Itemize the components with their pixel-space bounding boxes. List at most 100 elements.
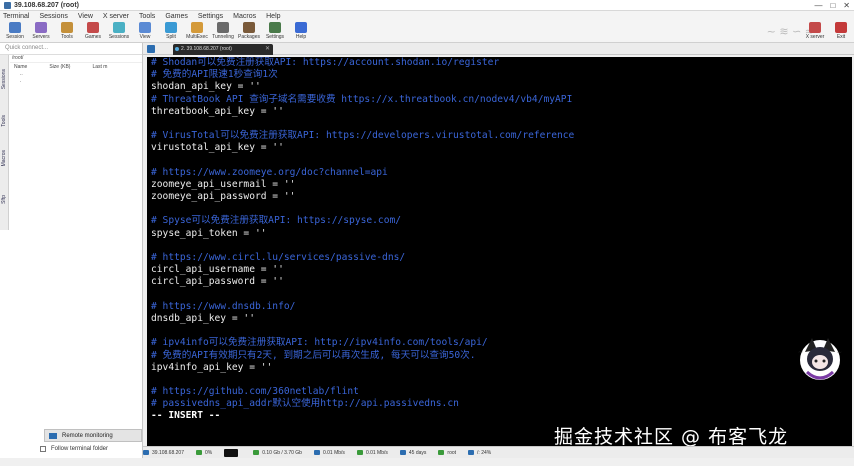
left-button-5[interactable]: View [132,21,158,43]
menu-settings[interactable]: Settings [198,13,223,20]
left-button-label: View [139,34,151,40]
file-browser: /root/ Name Size (KB) Last m .. . [10,55,142,85]
servers-icon [35,22,47,33]
window-title: 39.108.68.207 (root) [14,1,79,9]
menu-view[interactable]: View [78,13,93,20]
left-button-6[interactable]: Split [158,21,184,43]
file-row-current[interactable]: . [10,78,142,85]
sidebar: Quick connect... Sessions Tools Macros S… [0,43,143,466]
follow-folder-checkbox[interactable] [40,446,46,452]
terminal-line: dnsdb_api_key = '' [151,312,255,324]
menu-macros[interactable]: Macros [233,13,256,20]
menu-sessions[interactable]: Sessions [39,13,67,20]
svg-text:~: ~ [798,349,803,356]
terminal-screen[interactable]: # Shodan可以免费注册获取API: https://account.sho… [147,57,852,446]
right-button-0[interactable]: X server [802,21,828,43]
monitor-icon [49,432,57,439]
memory-icon [253,450,260,455]
remote-monitoring-label: Remote monitoring [62,432,113,439]
exit-icon [835,22,847,33]
terminal-comment-line: # https://www.dnsdb.info/ [151,300,296,312]
session-tab-icon [175,47,179,51]
left-button-9[interactable]: Packages [236,21,262,43]
session-tab[interactable]: 2. 39.108.68.207 (root) ✕ [173,44,273,55]
tools-icon [61,22,73,33]
column-name[interactable]: Name [14,64,27,70]
column-modified[interactable]: Last m [92,64,107,70]
mascot-sticker-icon: ~ ~ [798,338,842,380]
follow-folder-toggle[interactable]: Follow terminal folder [40,446,108,452]
status-label: 45 days [408,449,427,456]
menu-xserver[interactable]: X server [103,13,129,20]
maximize-button[interactable]: □ [830,1,835,10]
vtab-sessions[interactable]: Sessions [1,69,7,89]
file-path-input[interactable]: /root/ [10,55,142,63]
status-item-4: 0.01 Mb/s [313,449,345,456]
file-row-parent[interactable]: .. [10,71,142,78]
follow-folder-label: Follow terminal folder [51,446,109,452]
toolbar: Session Servers Tools Games Sessions View Spli… [0,21,854,43]
left-button-2[interactable]: Tools [54,21,80,43]
left-button-11[interactable]: Help [288,21,314,43]
left-button-10[interactable]: Settings [262,21,288,43]
remote-monitoring-button[interactable]: Remote monitoring [44,429,142,442]
status-label: 39.108.68.207 [152,449,184,456]
left-button-0[interactable]: Session [2,21,28,43]
right-button-1[interactable]: Exit [828,21,854,43]
column-size[interactable]: Size (KB) [49,64,70,70]
terminal-comment-line: # https://www.zoomeye.org/doc?channel=ap… [151,166,388,178]
status-item-8: /: 24% [468,450,491,456]
status-label: root [447,449,457,456]
menu-tools[interactable]: Tools [139,13,155,20]
session-tab-label: 2. 39.108.68.207 (root) [181,46,232,52]
status-item-7: root [438,450,456,456]
vtab-macros[interactable]: Macros [1,150,7,166]
menu-terminal[interactable]: Terminal [3,13,29,20]
terminal-status-icon [224,448,239,457]
right-button-label: Exit [836,34,846,40]
status-item-6: 45 days [399,449,427,456]
left-button-label: Tools [61,34,73,40]
multiexec-icon [191,22,203,33]
quick-connect-input[interactable]: Quick connect... [0,43,142,55]
vtab-tools[interactable]: Tools [1,115,7,127]
home-tab-icon[interactable] [147,45,155,53]
title-bar: 39.108.68.207 (root) — □ ✕ [0,0,854,11]
minimize-button[interactable]: — [814,1,822,10]
disk-icon [468,450,475,455]
left-button-label: Help [295,34,307,40]
status-bar: 39.108.68.207 0% 0.10 Gb / 3.70 Gb 0.01 Mb/… [143,446,854,458]
games-icon [87,22,99,33]
status-item-0: 39.108.68.207 [143,450,184,456]
status-item-1: 0% [195,450,212,456]
terminal-comment-line: # ThreatBook API 查询子域名需要收费 https://x.thr… [151,93,573,105]
uptime-icon [399,450,406,455]
terminal-comment-line: # ipv4info可以免费注册获取API: http://ipv4info.c… [151,337,488,349]
close-tab-icon[interactable]: ✕ [265,45,270,52]
terminal-line: circl_api_password = '' [151,276,284,288]
vim-mode-indicator: -- INSERT -- [151,410,221,422]
menu-games[interactable]: Games [165,13,188,20]
upload-icon [313,450,320,455]
user-icon [438,450,445,455]
terminal-comment-line: # Spyse可以免费注册获取API: https://spyse.com/ [151,215,402,227]
svg-text:~: ~ [837,349,842,356]
close-button[interactable]: ✕ [843,1,850,10]
terminal-line: virustotal_api_key = '' [151,142,284,154]
status-label: /: 24% [477,449,492,456]
terminal-line: zoomeye_api_usermail = '' [151,178,296,190]
terminal-line: spyse_api_token = '' [151,227,267,239]
terminal-line: threatbook_api_key = '' [151,105,284,117]
vtab-sftp[interactable]: Sftp [1,195,7,204]
status-label: 0.01 Mb/s [322,449,345,456]
menu-help[interactable]: Help [266,13,280,20]
left-button-8[interactable]: Tunneling [210,21,236,43]
left-button-4[interactable]: Sessions [106,21,132,43]
left-button-1[interactable]: Servers [28,21,54,43]
download-icon [356,450,363,455]
sidebar-vertical-tabs: Sessions Tools Macros Sftp [0,55,9,230]
left-button-3[interactable]: Games [80,21,106,43]
left-button-7[interactable]: MultiExec [184,21,210,43]
